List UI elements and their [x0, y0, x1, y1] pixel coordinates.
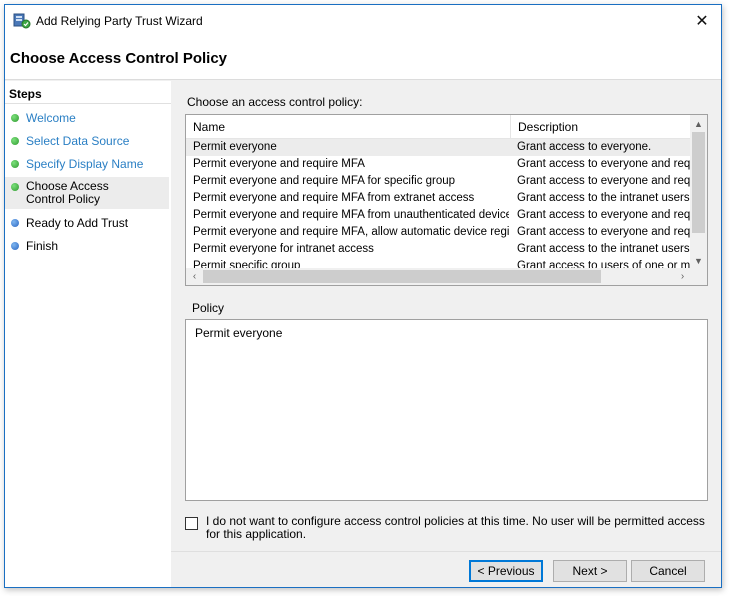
policy-list-prompt: Choose an access control policy: — [187, 95, 363, 109]
step-label: Finish — [26, 239, 59, 253]
policy-description: Grant access to everyone and requir — [517, 226, 691, 238]
column-header-description[interactable]: Description — [511, 115, 691, 139]
list-item[interactable]: Permit everyone and require MFA for spec… — [186, 173, 691, 190]
list-item[interactable]: Permit everyone and require MFA from una… — [186, 207, 691, 224]
scroll-down-icon[interactable]: ▼ — [690, 252, 707, 269]
title-bar: Add Relying Party Trust Wizard ✕ — [5, 5, 721, 36]
button-bar: < Previous Next > Cancel — [171, 551, 721, 587]
column-header-name[interactable]: Name — [186, 115, 511, 139]
adfs-app-icon — [13, 12, 31, 30]
steps-title: Steps — [9, 87, 42, 101]
step-select-data-source[interactable]: Select Data Source — [5, 134, 169, 148]
step-label: Ready to Add Trust — [26, 216, 129, 230]
scroll-right-icon[interactable]: › — [674, 268, 691, 285]
policy-description: Grant access to everyone. — [517, 141, 652, 153]
next-button[interactable]: Next > — [553, 560, 627, 582]
step-label: Select Data Source — [26, 134, 130, 148]
step-current-icon — [11, 183, 19, 191]
policy-name: Permit everyone and require MFA from ext… — [193, 192, 475, 204]
previous-button[interactable]: < Previous — [469, 560, 543, 582]
policy-description: Grant access to everyone and requir — [517, 175, 691, 187]
step-complete-icon — [11, 160, 19, 168]
wizard-window: Add Relying Party Trust Wizard ✕ Choose … — [4, 4, 722, 588]
steps-pane: Steps Welcome Select Data Source Specify… — [5, 81, 171, 587]
list-item[interactable]: Permit everyone Grant access to everyone… — [186, 139, 691, 156]
vertical-scroll-thumb[interactable] — [692, 132, 705, 233]
policy-name: Permit everyone and require MFA from una… — [193, 209, 509, 221]
step-pending-icon — [11, 242, 19, 250]
step-label: Choose Access Control Policy — [26, 179, 109, 206]
step-pending-icon — [11, 219, 19, 227]
step-choose-access-control-policy: Choose Access Control Policy — [5, 177, 169, 209]
step-specify-display-name[interactable]: Specify Display Name — [5, 157, 169, 171]
optout-label[interactable]: I do not want to configure access contro… — [206, 515, 705, 541]
page-header: Choose Access Control Policy — [5, 36, 721, 80]
policy-name: Permit everyone — [193, 141, 277, 153]
policy-description: Grant access to the intranet users. — [517, 243, 691, 255]
policy-description: Grant access to the intranet users ar — [517, 192, 691, 204]
policy-label: Policy — [192, 301, 225, 315]
list-item[interactable]: Permit everyone for intranet access Gran… — [186, 241, 691, 258]
step-complete-icon — [11, 137, 19, 145]
divider — [5, 103, 171, 104]
list-rows: Permit everyone Grant access to everyone… — [186, 139, 691, 269]
list-item[interactable]: Permit everyone and require MFA Grant ac… — [186, 156, 691, 173]
policy-description: Grant access to everyone and requir — [517, 158, 691, 170]
step-complete-icon — [11, 114, 19, 122]
list-item[interactable]: Permit everyone and require MFA, allow a… — [186, 224, 691, 241]
scroll-up-icon[interactable]: ▲ — [690, 115, 707, 132]
policy-name: Permit everyone and require MFA, allow a… — [193, 226, 509, 238]
policy-name: Permit everyone and require MFA — [193, 158, 365, 170]
step-label: Welcome — [26, 111, 76, 125]
list-item[interactable]: Permit everyone and require MFA from ext… — [186, 190, 691, 207]
scroll-left-icon[interactable]: ‹ — [186, 268, 203, 285]
cancel-button[interactable]: Cancel — [631, 560, 705, 582]
step-finish: Finish — [5, 239, 169, 253]
optout-checkbox[interactable] — [185, 517, 198, 530]
wizard-content: Choose an access control policy: Name De… — [171, 81, 721, 551]
policy-value: Permit everyone — [195, 326, 283, 340]
step-ready-to-add-trust: Ready to Add Trust — [5, 216, 169, 230]
policy-listview[interactable]: Name Description Permit everyone Grant a… — [185, 114, 708, 286]
window-title: Add Relying Party Trust Wizard — [36, 14, 203, 28]
optout-row[interactable]: I do not want to configure access contro… — [185, 515, 705, 541]
horizontal-scrollbar[interactable]: ‹ › — [186, 268, 691, 285]
step-label: Specify Display Name — [26, 157, 144, 171]
close-icon[interactable]: ✕ — [689, 9, 715, 33]
policy-name: Permit everyone for intranet access — [193, 243, 374, 255]
step-welcome[interactable]: Welcome — [5, 111, 169, 125]
horizontal-scroll-thumb[interactable] — [203, 270, 601, 283]
vertical-scrollbar[interactable]: ▲ ▼ — [690, 115, 707, 269]
page-title: Choose Access Control Policy — [10, 50, 228, 67]
list-header: Name Description — [186, 115, 691, 139]
policy-details-box[interactable]: Permit everyone — [185, 319, 708, 501]
policy-name: Permit everyone and require MFA for spec… — [193, 175, 456, 187]
policy-description: Grant access to everyone and requir — [517, 209, 691, 221]
scrollbar-corner — [690, 268, 707, 285]
